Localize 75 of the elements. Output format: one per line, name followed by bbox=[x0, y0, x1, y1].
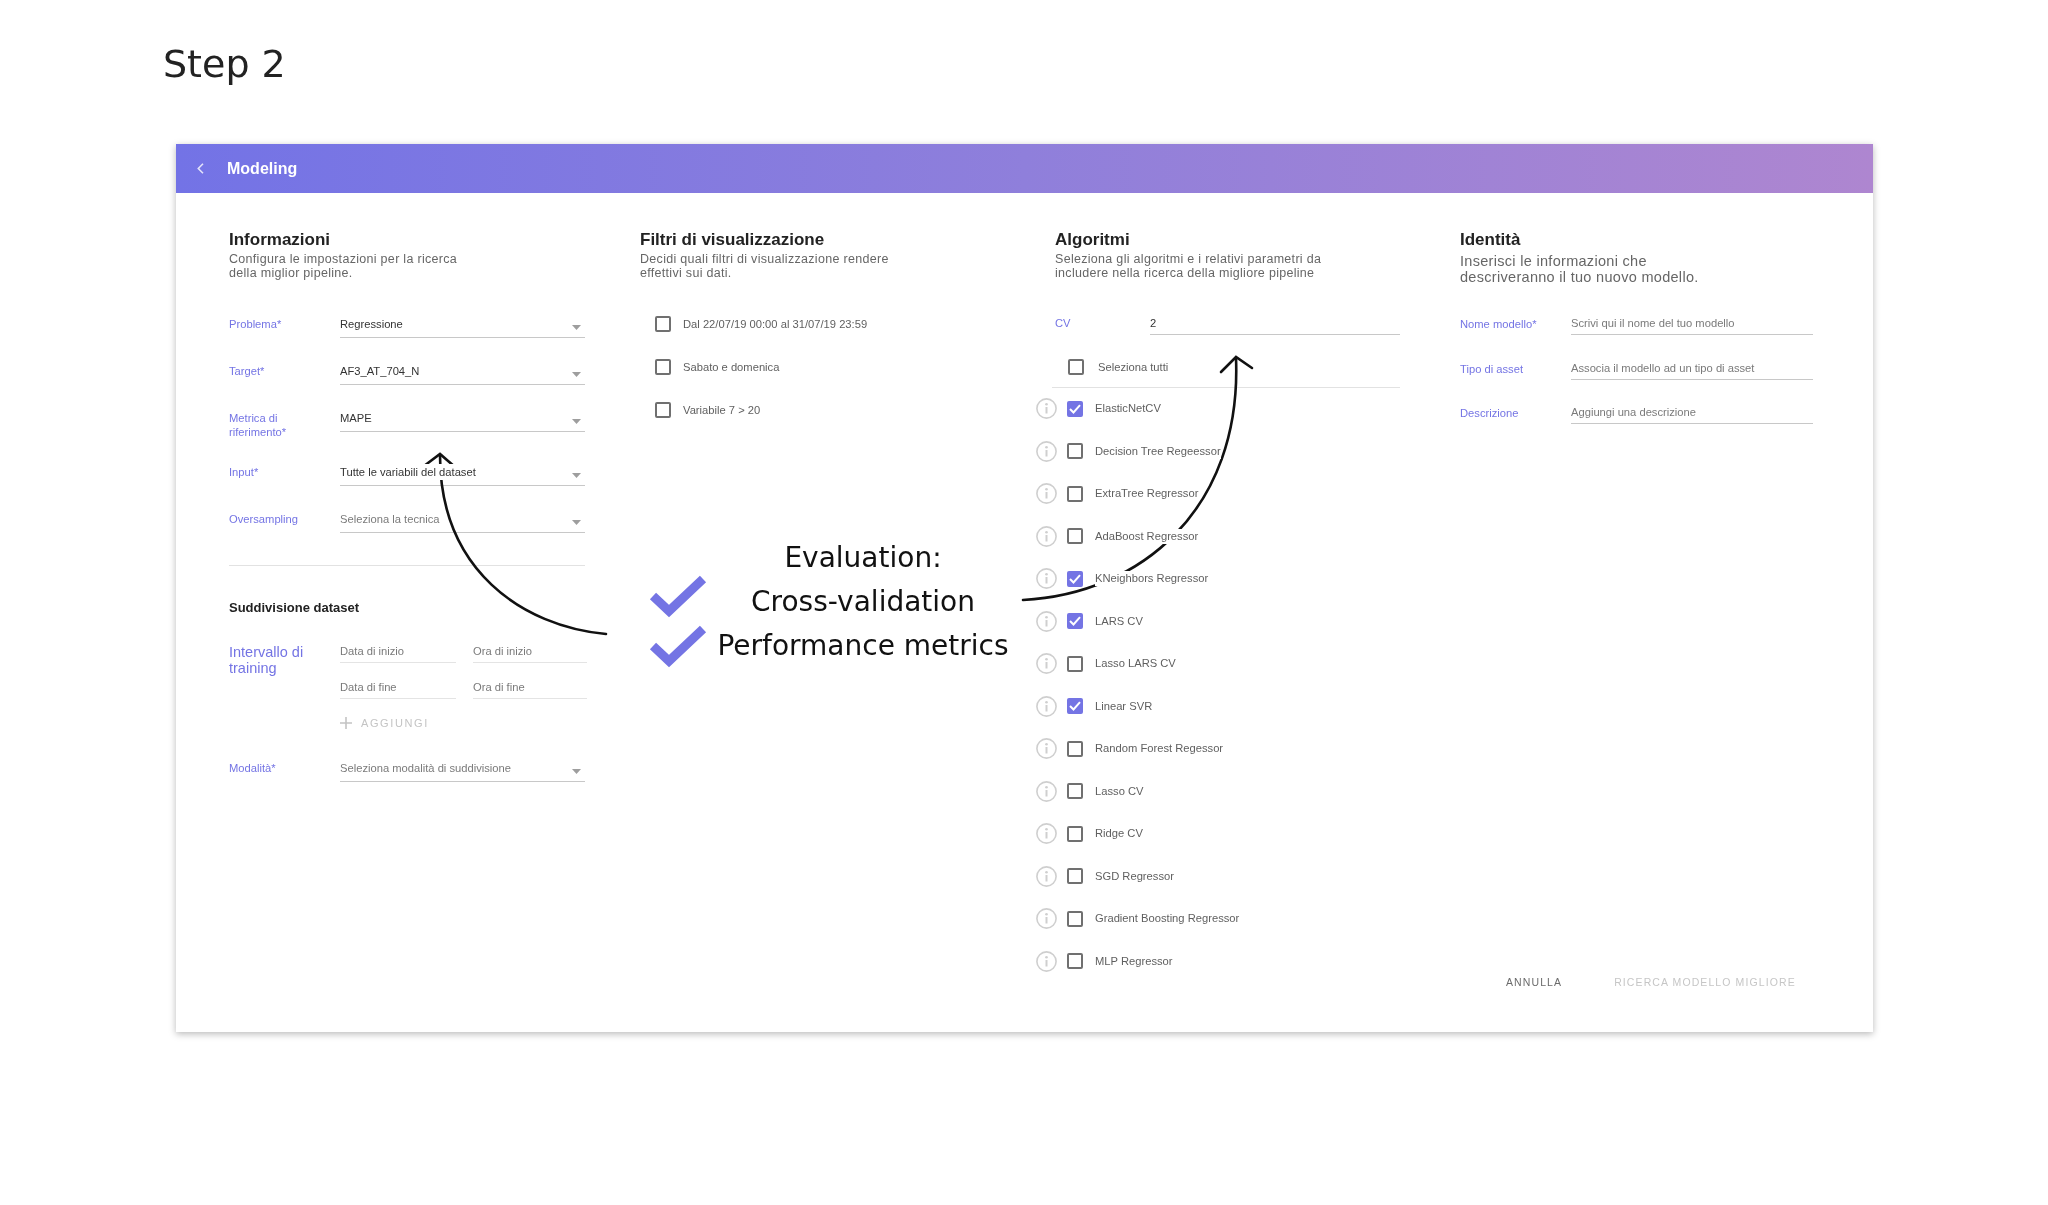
section-description: Seleziona gli algoritmi e i relativi parametri da includere nella ricerca della migliore pipeline bbox=[1055, 253, 1322, 280]
input-field[interactable]: Scrivi qui il nome del tuo modello bbox=[1571, 316, 1813, 335]
input-field[interactable]: Associa il modello ad un tipo di asset bbox=[1571, 360, 1813, 380]
field-label: Modalità* bbox=[229, 761, 277, 775]
checkbox[interactable] bbox=[1067, 953, 1083, 969]
checkbox[interactable] bbox=[1067, 400, 1083, 417]
caret-down-icon bbox=[572, 325, 581, 330]
dropdown-field[interactable]: Seleziona la tecnica bbox=[340, 511, 585, 533]
annotation-text: Performance metrics bbox=[717, 628, 1009, 664]
checkbox-label: AdaBoost Regressor bbox=[1095, 528, 1199, 544]
checkbox[interactable] bbox=[1067, 570, 1083, 587]
section-title: Filtri di visualizzazione bbox=[640, 229, 825, 251]
dropdown-field[interactable]: Regressione bbox=[340, 316, 585, 338]
caret-down-icon bbox=[572, 769, 581, 774]
section-title: Informazioni bbox=[229, 229, 331, 251]
caret-down-icon bbox=[572, 473, 581, 478]
checkbox-label: Ridge CV bbox=[1095, 826, 1143, 841]
dropdown-field[interactable]: AF3_AT_704_N bbox=[340, 363, 585, 385]
annotation-text: Cross-validation bbox=[751, 584, 975, 620]
section-description: Inserisci le informazioni che descriveranno il tuo nuovo modello. bbox=[1460, 253, 1699, 285]
dropdown-field[interactable]: Tutte le variabili del dataset bbox=[340, 464, 585, 486]
checkbox-label: Random Forest Regessor bbox=[1095, 741, 1224, 756]
checkbox[interactable] bbox=[1067, 613, 1083, 629]
field-label: Descrizione bbox=[1460, 406, 1520, 420]
checkbox-label: Gradient Boosting Regressor bbox=[1095, 911, 1240, 926]
checkbox[interactable] bbox=[1068, 359, 1084, 375]
checkbox[interactable] bbox=[1067, 868, 1083, 884]
field-label: Problema* bbox=[229, 317, 283, 331]
field-label: Tipo di asset bbox=[1460, 361, 1524, 376]
checkbox[interactable] bbox=[1067, 783, 1083, 799]
action-button[interactable]: ANNULLA bbox=[1498, 964, 1571, 1000]
input-field[interactable]: Ora di fine bbox=[473, 680, 587, 699]
checkbox-label: KNeighbors Regressor bbox=[1095, 571, 1209, 586]
checkbox[interactable] bbox=[1067, 655, 1083, 672]
checkbox[interactable] bbox=[1067, 825, 1083, 842]
section-description: Decidi quali filtri di visualizzazione rendere effettivi sui dati. bbox=[640, 253, 889, 280]
checkmark-icon bbox=[1069, 403, 1081, 414]
checkmark-icon bbox=[1069, 616, 1081, 626]
checkmark-icon bbox=[1069, 701, 1081, 711]
checkbox[interactable] bbox=[655, 316, 671, 332]
checkmark-icon bbox=[1069, 573, 1081, 584]
checkbox[interactable] bbox=[655, 402, 671, 418]
checkbox[interactable] bbox=[1067, 443, 1083, 459]
field-label: Nome modello* bbox=[1460, 317, 1538, 331]
field-label: Metrica di riferimento* bbox=[229, 411, 288, 439]
input-field[interactable]: Ora di inizio bbox=[473, 644, 587, 663]
caret-down-icon bbox=[572, 419, 581, 424]
input-field[interactable]: Data di fine bbox=[340, 680, 456, 699]
field-label: Target* bbox=[229, 364, 266, 378]
subsection-title: Suddivisione dataset bbox=[229, 600, 360, 616]
checkbox[interactable] bbox=[1067, 740, 1083, 757]
dropdown-field[interactable]: MAPE bbox=[340, 410, 585, 432]
checkbox[interactable] bbox=[1067, 485, 1083, 502]
checkbox[interactable] bbox=[1067, 910, 1083, 927]
input-field[interactable]: 2 bbox=[1150, 316, 1400, 335]
chevron-left-icon[interactable] bbox=[197, 163, 204, 174]
checkbox-label: ExtraTree Regressor bbox=[1095, 486, 1199, 501]
caret-down-icon bbox=[572, 372, 581, 377]
checkbox[interactable] bbox=[1067, 528, 1083, 544]
input-field[interactable]: Data di inizio bbox=[340, 644, 456, 663]
input-field[interactable]: Aggiungi una descrizione bbox=[1571, 405, 1813, 424]
section-title: Identità bbox=[1460, 229, 1521, 251]
window-title: Modeling bbox=[227, 159, 298, 178]
section-title: Algoritmi bbox=[1055, 229, 1130, 251]
section-description: Configura le impostazioni per la ricerca della miglior pipeline. bbox=[229, 253, 458, 280]
field-label: Intervallo di training bbox=[229, 644, 305, 678]
field-label: CV bbox=[1055, 316, 1072, 331]
field-label: Oversampling bbox=[229, 512, 299, 526]
checkbox[interactable] bbox=[655, 359, 671, 375]
plus-icon bbox=[340, 717, 352, 729]
annotation-text: Evaluation: bbox=[784, 540, 942, 576]
page-title: Step 2 bbox=[163, 41, 286, 88]
checkbox[interactable] bbox=[1067, 698, 1083, 714]
caret-down-icon bbox=[572, 520, 581, 525]
field-label: Input* bbox=[229, 465, 260, 479]
